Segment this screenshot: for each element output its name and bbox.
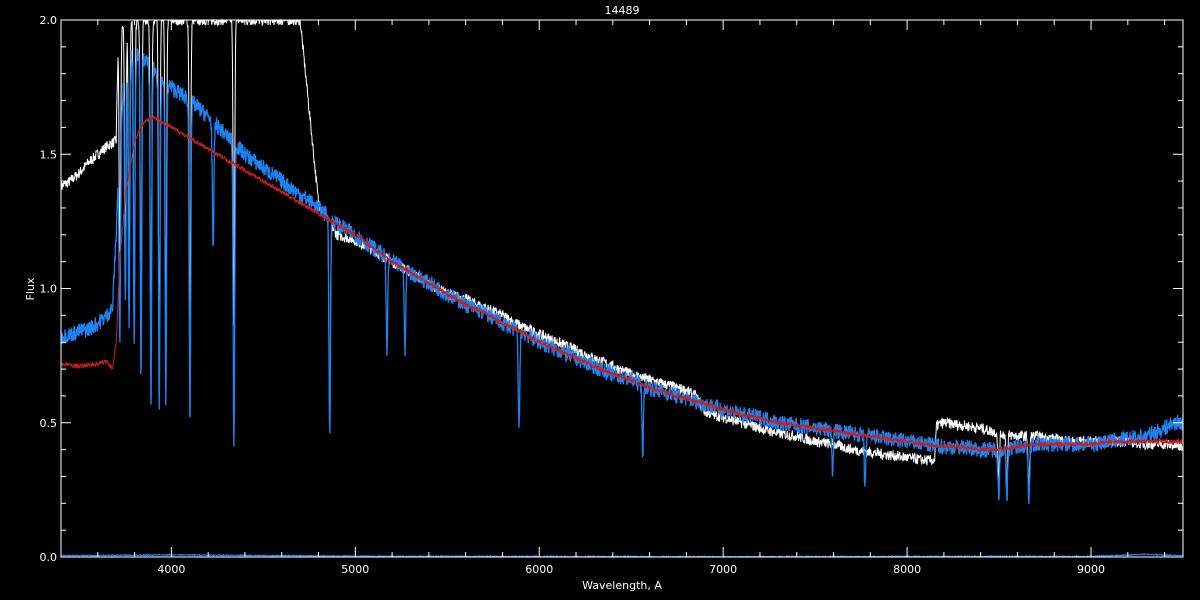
x-tick-label: 8000 [893, 563, 921, 576]
spectrum-chart: 4000 5000 6000 7000 8000 90000.00.51.01.52.0 … [0, 0, 1200, 600]
x-tick-label: 5000 [341, 563, 369, 576]
y-tick-label: 0.0 [40, 551, 58, 564]
y-tick-label: 1.5 [40, 148, 58, 161]
chart-title: 14489 [605, 4, 640, 17]
x-tick-label: 6000 [525, 563, 553, 576]
x-tick-label: 9000 [1077, 563, 1105, 576]
x-axis-label: Wavelength, A [582, 579, 662, 592]
x-tick-label: 4000 [157, 563, 185, 576]
y-axis-label: Flux [24, 277, 37, 300]
y-tick-label: 0.5 [40, 417, 58, 430]
x-tick-label: 7000 [709, 563, 737, 576]
y-tick-label: 2.0 [40, 14, 58, 27]
y-tick-label: 1.0 [40, 283, 58, 296]
